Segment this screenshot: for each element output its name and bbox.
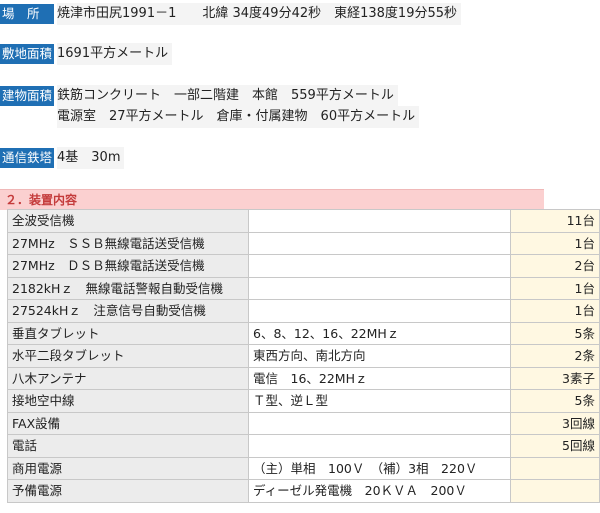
section-header: ２．装置内容 — [0, 189, 544, 210]
section-title: ２．装置内容 — [5, 193, 78, 207]
table-row: 電話 5回線 — [7, 434, 600, 458]
table-row: 予備電源 ディーゼル発電機 20ＫＶＡ 200Ｖ — [7, 479, 600, 503]
location-value: 焼津市田尻1991－1 北緯 34度49分42秒 東経138度19分55秒 — [57, 3, 462, 25]
equipment-qty: 1台 — [510, 276, 600, 300]
table-row: 27MHz ＤＳＢ無線電話送受信機 2台 — [7, 254, 600, 278]
equipment-name: 商用電源 — [7, 456, 249, 480]
equipment-name: 電話 — [7, 434, 249, 458]
tower-label: 通信鉄塔 — [0, 148, 54, 168]
equipment-spec: Ｔ型、逆Ｌ型 — [248, 389, 511, 413]
site-area-value: 1691平方メートル — [57, 43, 173, 65]
equipment-spec — [248, 231, 511, 255]
location-label: 場 所 — [0, 4, 54, 24]
equipment-spec — [248, 276, 511, 300]
equipment-qty: 5条 — [510, 389, 600, 413]
equipment-name: FAX設備 — [7, 411, 249, 435]
table-row: 27MHz ＳＳＢ無線電話送受信機 1台 — [7, 231, 600, 255]
equipment-spec — [248, 254, 511, 278]
equipment-table: 全波受信機 11台 27MHz ＳＳＢ無線電話送受信機 1台 27MHz ＤＳＢ無線電話… — [7, 209, 600, 503]
equipment-spec — [248, 411, 511, 435]
equipment-qty: 3回線 — [510, 411, 600, 435]
table-row: 全波受信機 11台 — [7, 209, 600, 233]
equipment-name: 垂直タブレット — [7, 321, 249, 345]
equipment-qty: 3素子 — [510, 366, 600, 390]
equipment-name: 水平二段タブレット — [7, 344, 249, 368]
equipment-qty — [510, 456, 600, 480]
equipment-qty: 11台 — [510, 209, 600, 233]
table-row: 接地空中線 Ｔ型、逆Ｌ型 5条 — [7, 389, 600, 413]
building-area-line1: 鉄筋コンクリート 一部二階建 本館 559平方メートル — [57, 85, 398, 107]
building-area-label: 建物面積 — [0, 86, 54, 106]
equipment-name: 27MHz ＳＳＢ無線電話送受信機 — [7, 231, 249, 255]
equipment-spec — [248, 299, 511, 323]
tower-value: 4基 30m — [57, 147, 125, 169]
equipment-name: 全波受信機 — [7, 209, 249, 233]
equipment-spec: （主）単相 100Ｖ （補）3相 220Ｖ — [248, 456, 511, 480]
equipment-spec — [248, 209, 511, 233]
equipment-name: 27MHz ＤＳＢ無線電話送受信機 — [7, 254, 249, 278]
site-area-label: 敷地面積 — [0, 44, 54, 64]
equipment-name: 予備電源 — [7, 479, 249, 503]
equipment-qty — [510, 479, 600, 503]
equipment-name: 27524kHｚ 注意信号自動受信機 — [7, 299, 249, 323]
equipment-qty: 5条 — [510, 321, 600, 345]
equipment-spec: ディーゼル発電機 20ＫＶＡ 200Ｖ — [248, 479, 511, 503]
equipment-spec: 6、8、12、16、22MHｚ — [248, 321, 511, 345]
building-area-line2: 電源室 27平方メートル 倉庫・付属建物 60平方メートル — [57, 106, 420, 128]
table-row: 垂直タブレット 6、8、12、16、22MHｚ 5条 — [7, 321, 600, 345]
equipment-spec: 東西方向、南北方向 — [248, 344, 511, 368]
equipment-spec — [248, 434, 511, 458]
equipment-qty: 5回線 — [510, 434, 600, 458]
table-row: 27524kHｚ 注意信号自動受信機 1台 — [7, 299, 600, 323]
equipment-qty: 1台 — [510, 299, 600, 323]
equipment-qty: 1台 — [510, 231, 600, 255]
equipment-name: 2182kHｚ 無線電話警報自動受信機 — [7, 276, 249, 300]
equipment-qty: 2台 — [510, 254, 600, 278]
table-row: FAX設備 3回線 — [7, 411, 600, 435]
equipment-name: 接地空中線 — [7, 389, 249, 413]
equipment-qty: 2条 — [510, 344, 600, 368]
table-row: 2182kHｚ 無線電話警報自動受信機 1台 — [7, 276, 600, 300]
table-row: 商用電源 （主）単相 100Ｖ （補）3相 220Ｖ — [7, 456, 600, 480]
equipment-spec: 電信 16、22MHｚ — [248, 366, 511, 390]
equipment-name: 八木アンテナ — [7, 366, 249, 390]
table-row: 八木アンテナ 電信 16、22MHｚ 3素子 — [7, 366, 600, 390]
table-row: 水平二段タブレット 東西方向、南北方向 2条 — [7, 344, 600, 368]
